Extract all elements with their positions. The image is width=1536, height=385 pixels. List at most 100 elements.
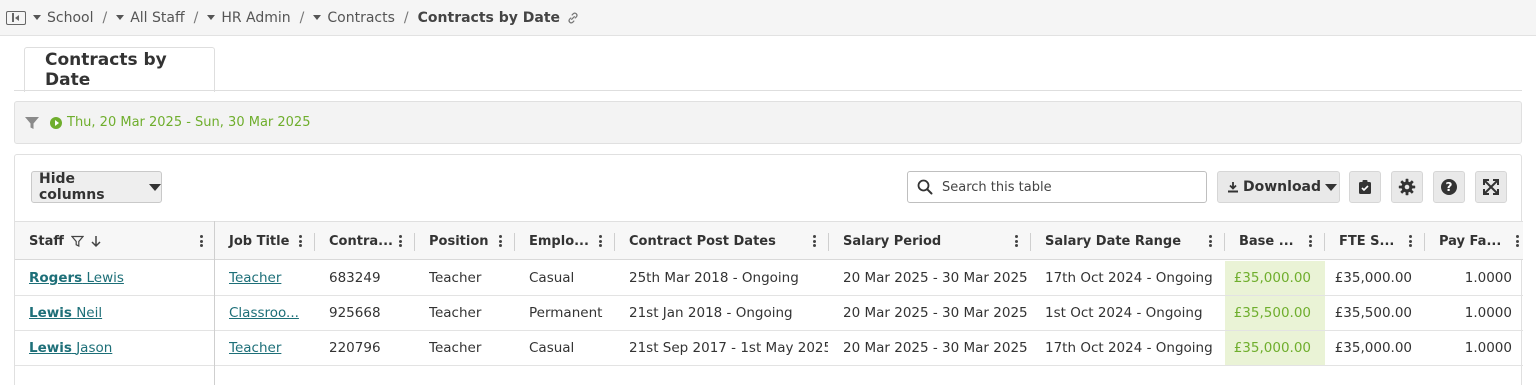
chevron-down-icon [116, 15, 125, 20]
post-dates-cell: 21st Jan 2018 - Ongoing [629, 305, 793, 321]
fullscreen-button[interactable] [1475, 171, 1507, 203]
column-header-pay-factor[interactable]: Pay Fa... [1439, 222, 1523, 260]
column-header-base[interactable]: Base ... [1239, 222, 1324, 260]
tab-contracts-by-date[interactable]: Contracts by Date [24, 47, 215, 92]
chevron-down-icon [207, 15, 216, 20]
date-range-filter[interactable]: Thu, 20 Mar 2025 - Sun, 30 Mar 2025 [67, 115, 310, 130]
pay-factor-cell: 1.0000 [1464, 270, 1512, 286]
column-header-job-title[interactable]: Job Title [229, 222, 314, 260]
download-button[interactable]: Download [1217, 171, 1340, 203]
pinned-column-divider [214, 221, 215, 385]
contract-cell: 925668 [329, 305, 381, 321]
job-title-link[interactable]: Classroo... [229, 305, 299, 321]
table-panel: Hide columns Download ? Staff Job Title … [14, 154, 1523, 385]
column-menu-icon[interactable] [200, 235, 203, 247]
tab-divider [14, 90, 1522, 91]
table-row: Rogers Lewis Teacher 683249 Teacher Casu… [15, 261, 1523, 296]
column-header-contract[interactable]: Contra... [329, 222, 414, 260]
column-menu-icon[interactable] [299, 235, 302, 247]
breadcrumb-school[interactable]: School [33, 10, 93, 26]
table-search[interactable] [907, 171, 1207, 203]
caret-down-icon [149, 183, 161, 191]
column-menu-icon[interactable] [1015, 235, 1018, 247]
table-header: Staff Job Title Contra... Position Emplo… [15, 221, 1523, 260]
column-menu-icon[interactable] [1409, 235, 1412, 247]
column-divider[interactable] [314, 233, 315, 251]
column-menu-icon[interactable] [399, 235, 402, 247]
column-header-employment[interactable]: Emplo... [529, 222, 614, 260]
contract-cell: 220796 [329, 340, 381, 356]
column-divider[interactable] [614, 233, 615, 251]
contract-cell: 683249 [329, 270, 381, 286]
caret-down-icon [1325, 183, 1338, 191]
play-icon [50, 116, 62, 129]
salary-period-cell: 20 Mar 2025 - 30 Mar 2025 [843, 270, 1028, 286]
salary-range-cell: 17th Oct 2024 - Ongoing [1045, 270, 1213, 286]
position-cell: Teacher [429, 305, 482, 321]
staff-link[interactable]: Lewis Neil [29, 305, 102, 321]
column-header-salary-period[interactable]: Salary Period [843, 222, 1030, 260]
employment-cell: Casual [529, 340, 575, 356]
help-button[interactable]: ? [1433, 171, 1465, 203]
filter-icon[interactable] [24, 115, 40, 131]
sidebar-toggle-icon[interactable] [6, 10, 26, 25]
pay-factor-cell: 1.0000 [1464, 305, 1512, 321]
search-input[interactable] [942, 179, 1192, 195]
breadcrumb-separator: / [102, 9, 108, 26]
post-dates-cell: 25th Mar 2018 - Ongoing [629, 270, 799, 286]
position-cell: Teacher [429, 340, 482, 356]
column-divider[interactable] [1324, 233, 1325, 251]
breadcrumb-contracts[interactable]: Contracts [313, 10, 395, 26]
fte-salary-cell: £35,500.00 [1334, 305, 1412, 321]
column-header-fte-salary[interactable]: FTE S... [1339, 222, 1424, 260]
column-header-position[interactable]: Position [429, 222, 514, 260]
column-divider[interactable] [1224, 233, 1225, 251]
gear-icon [1398, 178, 1416, 196]
hide-columns-button[interactable]: Hide columns [31, 171, 162, 203]
pay-factor-cell: 1.0000 [1464, 340, 1512, 356]
link-icon[interactable] [566, 11, 580, 25]
job-title-link[interactable]: Teacher [229, 270, 281, 286]
employment-cell: Permanent [529, 305, 603, 321]
job-title-link[interactable]: Teacher [229, 340, 281, 356]
filter-bar: Thu, 20 Mar 2025 - Sun, 30 Mar 2025 [14, 101, 1522, 144]
employment-cell: Casual [529, 270, 575, 286]
column-divider[interactable] [414, 233, 415, 251]
column-menu-icon[interactable] [813, 235, 816, 247]
search-icon [917, 179, 933, 195]
sort-descending-icon[interactable] [90, 235, 102, 248]
column-divider[interactable] [1030, 233, 1031, 251]
expand-icon [1483, 179, 1499, 195]
staff-link[interactable]: Rogers Lewis [29, 270, 124, 286]
column-divider[interactable] [514, 233, 515, 251]
clipboard-check-icon [1359, 180, 1371, 194]
column-menu-icon[interactable] [1516, 235, 1519, 247]
breadcrumb-hr-admin[interactable]: HR Admin [207, 10, 291, 26]
salary-range-cell: 1st Oct 2024 - Ongoing [1045, 305, 1203, 321]
column-header-staff[interactable]: Staff [29, 222, 215, 260]
column-header-salary-date-range[interactable]: Salary Date Range [1045, 222, 1224, 260]
column-header-contract-post-dates[interactable]: Contract Post Dates [629, 222, 828, 260]
clipboard-check-button[interactable] [1349, 171, 1381, 203]
position-cell: Teacher [429, 270, 482, 286]
column-filter-icon[interactable] [70, 235, 84, 248]
breadcrumb-separator: / [403, 9, 409, 26]
column-menu-icon[interactable] [1209, 235, 1212, 247]
settings-button[interactable] [1391, 171, 1423, 203]
staff-link[interactable]: Lewis Jason [29, 340, 112, 356]
column-divider[interactable] [1424, 233, 1425, 251]
base-salary-cell: £35,500.00 [1225, 296, 1325, 330]
breadcrumb-all-staff[interactable]: All Staff [116, 10, 185, 26]
column-menu-icon[interactable] [1309, 235, 1312, 247]
column-divider[interactable] [828, 233, 829, 251]
breadcrumb-current: Contracts by Date [417, 9, 561, 26]
table-row: Lewis Jason Teacher 220796 Teacher Casua… [15, 331, 1523, 366]
table-row: Lewis Neil Classroo... 925668 Teacher Pe… [15, 296, 1523, 331]
chevron-down-icon [33, 15, 41, 20]
column-menu-icon[interactable] [599, 235, 602, 247]
salary-period-cell: 20 Mar 2025 - 30 Mar 2025 [843, 340, 1028, 356]
fte-salary-cell: £35,000.00 [1334, 270, 1412, 286]
download-icon [1228, 182, 1238, 193]
column-menu-icon[interactable] [499, 235, 502, 247]
svg-text:?: ? [1446, 180, 1453, 194]
